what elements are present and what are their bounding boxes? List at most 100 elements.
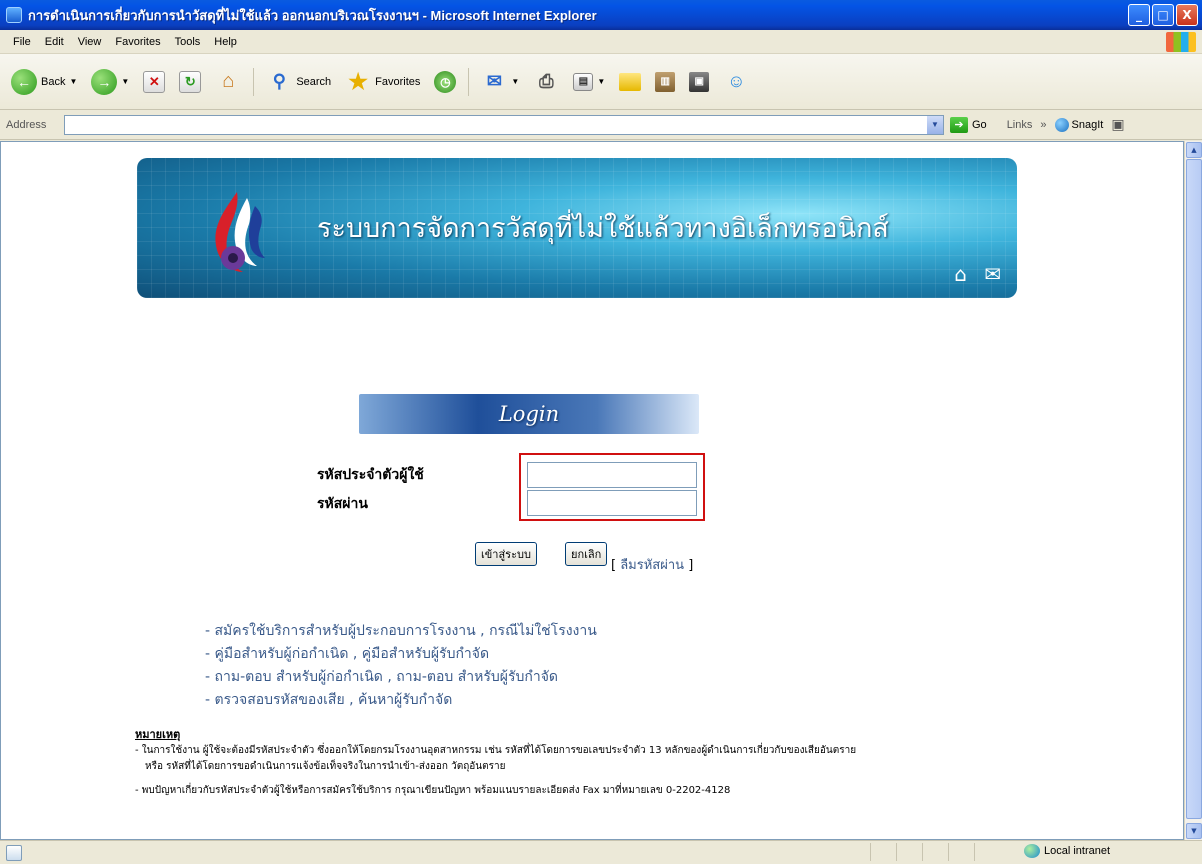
search-label: Search — [296, 75, 332, 88]
intranet-globe-icon — [1024, 844, 1040, 858]
generator-faq-link[interactable]: ถาม-ตอบ สำหรับผู้ก่อกำเนิด — [215, 669, 383, 685]
menu-edit[interactable]: Edit — [38, 34, 71, 50]
note-line-2: หรือ รหัสที่ได้โดยการขอดำเนินการแจ้งข้อเ… — [145, 761, 506, 772]
favorites-label: Favorites — [375, 75, 421, 88]
vertical-scrollbar[interactable]: ▲ ▼ — [1184, 141, 1202, 840]
search-icon: ⚲ — [272, 71, 286, 91]
stop-button[interactable]: ✕ — [138, 68, 170, 96]
go-arrow-icon: ➔ — [950, 116, 968, 133]
disposer-manual-link[interactable]: คู่มือสำหรับผู้รับกำจัด — [362, 646, 489, 662]
menu-help[interactable]: Help — [207, 34, 244, 50]
back-button[interactable]: ← Back ▼ — [6, 66, 82, 98]
search-button[interactable]: ⚲ Search — [261, 66, 336, 98]
window-controls: _ □ X — [1128, 4, 1198, 26]
mail-dropdown-icon[interactable]: ▼ — [511, 77, 519, 86]
back-label: Back — [41, 75, 66, 88]
close-button[interactable]: X — [1176, 4, 1198, 26]
research-button[interactable]: ▥ — [650, 69, 680, 95]
password-input[interactable] — [527, 490, 697, 516]
banner-title: ระบบการจัดการวัสดุที่ไม่ใช้แล้วทางอิเล็ก… — [317, 213, 889, 244]
menu-file[interactable]: File — [6, 34, 38, 50]
scroll-thumb[interactable] — [1186, 159, 1202, 819]
back-dropdown-icon[interactable]: ▼ — [69, 77, 77, 86]
home-link-icon[interactable]: ⌂ — [954, 262, 967, 286]
address-input[interactable]: ▼ — [64, 114, 944, 135]
messenger-icon: ▣ — [689, 71, 710, 92]
register-non-factory-link[interactable]: กรณีไม่ใช่โรงงาน — [489, 623, 597, 639]
refresh-button[interactable]: ↻ — [174, 68, 206, 96]
back-arrow-icon: ← — [11, 68, 37, 95]
register-factory-link[interactable]: สมัครใช้บริการสำหรับผู้ประกอบการโรงงาน — [215, 623, 476, 639]
contacts-button[interactable]: ☺ — [718, 66, 754, 98]
ministry-logo-icon — [215, 192, 265, 272]
discuss-button[interactable] — [614, 70, 646, 94]
generator-manual-link[interactable]: คู่มือสำหรับผู้ก่อกำเนิด — [215, 646, 349, 662]
forgot-bracket-open: [ — [611, 558, 617, 573]
menu-view[interactable]: View — [71, 34, 109, 50]
login-submit-button[interactable]: เข้าสู่ระบบ — [475, 542, 537, 566]
scroll-down-icon[interactable]: ▼ — [1186, 823, 1202, 839]
waste-code-check-link[interactable]: ตรวจสอบรหัสของเสีย — [215, 692, 345, 708]
cancel-button[interactable]: ยกเลิก — [565, 542, 608, 566]
links-more-icon[interactable]: » — [1040, 119, 1046, 131]
forgot-password-link[interactable]: ลืมรหัสผ่าน — [620, 558, 684, 573]
snagit-capture-icon[interactable]: ▣ — [1111, 116, 1124, 133]
disposer-faq-link[interactable]: ถาม-ตอบ สำหรับผู้รับกำจัด — [396, 669, 558, 685]
address-dropdown-icon[interactable]: ▼ — [927, 115, 943, 134]
favorites-button[interactable]: ★ Favorites — [340, 66, 425, 98]
password-label: รหัสผ่าน — [317, 496, 368, 512]
mail-icon: ✉ — [486, 71, 502, 91]
go-label: Go — [972, 118, 987, 131]
window-title: การดำเนินการเกี่ยวกับการนำวัสดุที่ไม่ใช้… — [28, 7, 597, 23]
security-zone[interactable]: Local intranet — [1024, 844, 1110, 858]
research-icon: ▥ — [655, 71, 676, 92]
menu-bar: File Edit View Favorites Tools Help — [0, 30, 1202, 54]
toolbar-separator — [468, 67, 470, 96]
note-line-1: - ในการใช้งาน ผู้ใช้จะต้องมีรหัสประจำตัว… — [135, 745, 857, 756]
mail-button[interactable]: ✉ ▼ — [476, 66, 524, 98]
links-label[interactable]: Links — [1007, 119, 1033, 131]
minimize-button[interactable]: _ — [1128, 4, 1150, 26]
link-separator: , — [475, 623, 490, 639]
status-panel — [896, 843, 920, 861]
links-toolbar: Links » SnagIt ▣ — [1007, 116, 1125, 133]
find-disposer-link[interactable]: ค้นหาผู้รับกำจัด — [358, 692, 452, 708]
link-bullet: - — [205, 623, 215, 639]
login-header: Login — [359, 394, 699, 434]
link-separator: , — [344, 692, 359, 708]
edit-dropdown-icon[interactable]: ▼ — [597, 77, 605, 86]
maximize-button[interactable]: □ — [1152, 4, 1174, 26]
menu-tools[interactable]: Tools — [168, 34, 208, 50]
scroll-up-icon[interactable]: ▲ — [1186, 142, 1202, 158]
address-bar: Address ▼ ➔ Go Links » SnagIt ▣ — [0, 110, 1202, 140]
forward-button[interactable]: → ▼ — [86, 66, 134, 98]
snagit-button[interactable]: SnagIt — [1054, 117, 1104, 132]
status-panel — [870, 843, 894, 861]
note-line-3: - พบปัญหาเกี่ยวกับรหัสประจำตัวผู้ใช้หรือ… — [135, 785, 731, 796]
menu-favorites[interactable]: Favorites — [108, 34, 167, 50]
login-title: Login — [498, 402, 560, 426]
go-button[interactable]: ➔ Go — [950, 116, 987, 133]
edit-icon: ▤ — [573, 72, 594, 91]
link-row-faq: - ถาม-ตอบ สำหรับผู้ก่อกำเนิด , ถาม-ตอบ ส… — [205, 666, 558, 688]
contact-mail-icon[interactable]: ✉ — [984, 262, 1001, 286]
link-separator: , — [348, 646, 362, 662]
link-row-register: - สมัครใช้บริการสำหรับผู้ประกอบการโรงงาน… — [205, 620, 597, 642]
messenger-button[interactable]: ▣ — [684, 69, 714, 95]
users-icon: ☺ — [727, 71, 746, 91]
page-status-icon — [6, 844, 22, 861]
window-title-bar[interactable]: การดำเนินการเกี่ยวกับการนำวัสดุที่ไม่ใช้… — [0, 0, 1202, 30]
standard-toolbar: ← Back ▼ → ▼ ✕ ↻ ⌂ ⚲ Search ★ Favorites … — [0, 54, 1202, 110]
snagit-label: SnagIt — [1071, 118, 1104, 131]
stop-icon: ✕ — [143, 70, 166, 93]
status-bar: Local intranet — [0, 840, 1202, 864]
favorites-star-icon: ★ — [348, 68, 369, 94]
history-button[interactable]: ◷ — [429, 68, 461, 96]
toolbar-separator — [253, 67, 255, 96]
home-button[interactable]: ⌂ — [210, 66, 246, 98]
forward-dropdown-icon[interactable]: ▼ — [121, 77, 129, 86]
status-panel — [948, 843, 972, 861]
print-button[interactable]: ⎙ — [528, 66, 564, 98]
edit-button[interactable]: ▤ ▼ — [568, 70, 610, 94]
username-input[interactable] — [527, 462, 697, 488]
